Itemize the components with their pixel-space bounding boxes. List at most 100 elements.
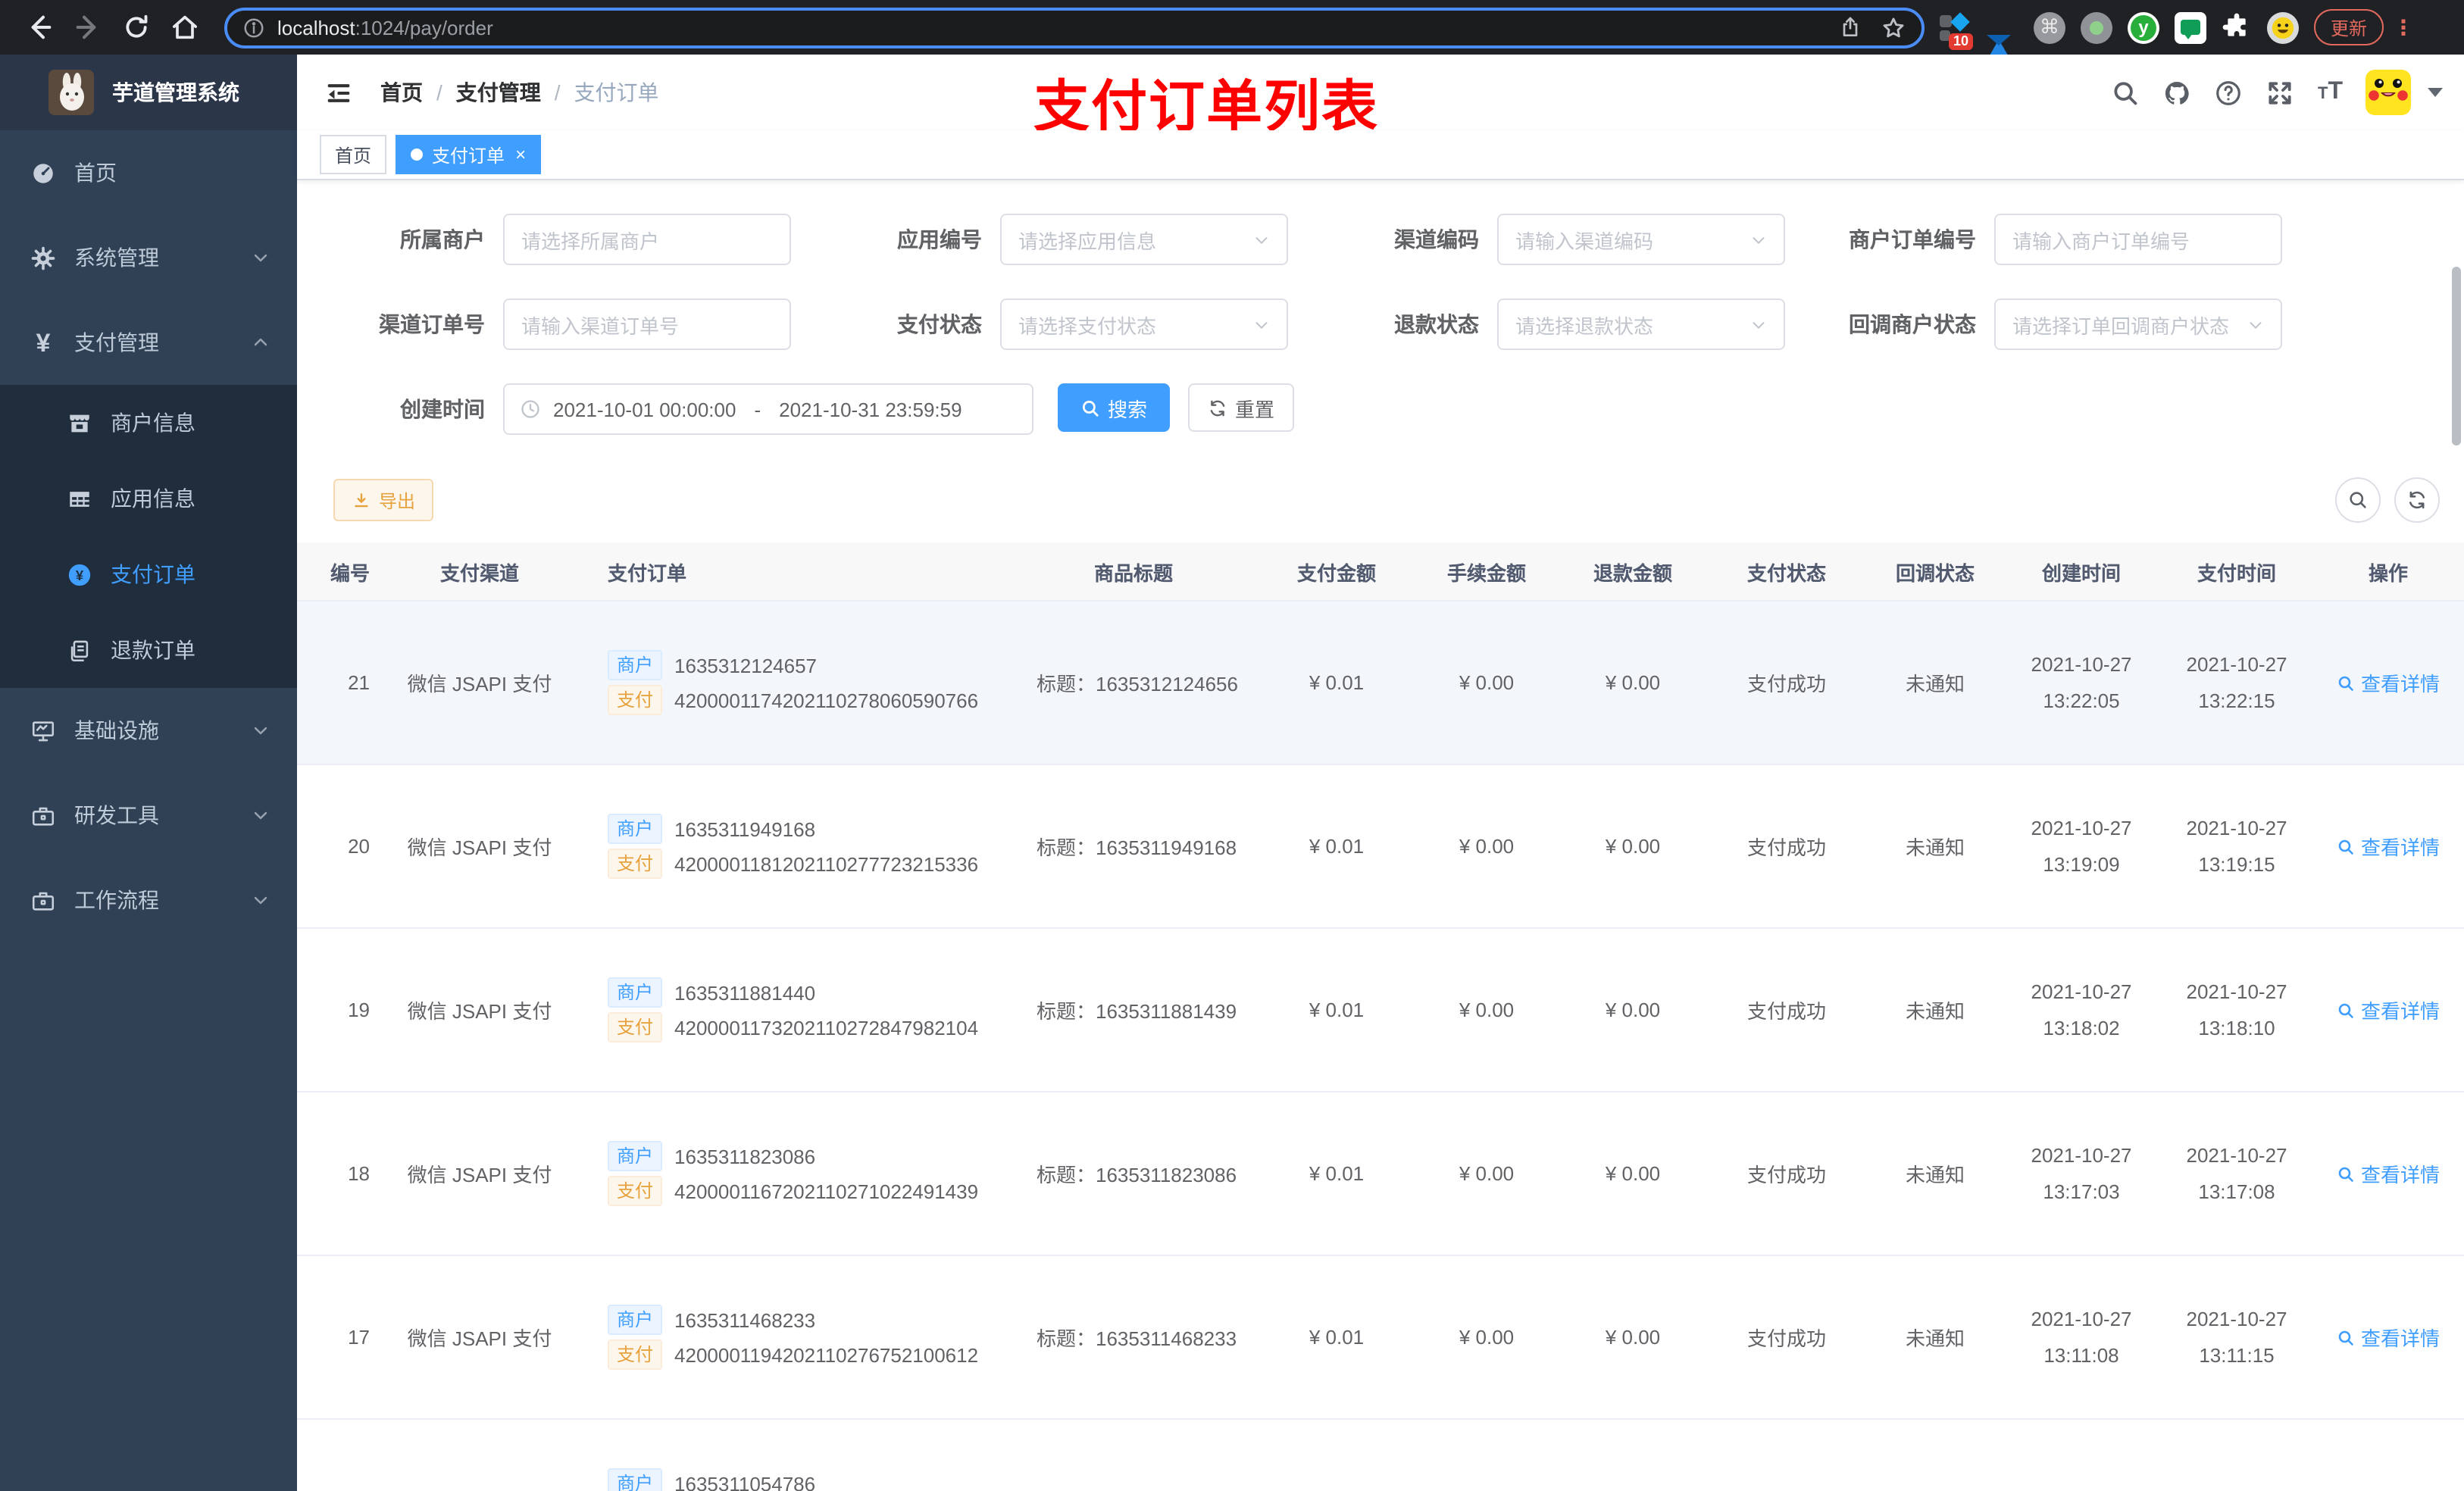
- merchant-order-no-input[interactable]: 请输入商户订单编号: [1994, 214, 2282, 265]
- tab-pay-order[interactable]: 支付订单 ×: [396, 135, 542, 174]
- table-row[interactable]: 19 微信 JSAPI 支付 商户 1635311881440 支付 42000…: [297, 929, 2464, 1092]
- merchant-tag: 商户: [608, 1141, 663, 1171]
- monitor-icon: [30, 717, 56, 743]
- reload-icon[interactable]: [121, 12, 152, 42]
- notify-status-select[interactable]: 请选择订单回调商户状态: [1994, 299, 2282, 350]
- pay-tag: 支付: [608, 1012, 663, 1042]
- kite-extension-icon[interactable]: [1987, 11, 2018, 60]
- table-row[interactable]: 17 微信 JSAPI 支付 商户 1635311468233 支付 42000…: [297, 1256, 2464, 1420]
- sidebar-item-pay-order[interactable]: ¥ 支付订单: [0, 536, 297, 612]
- breadcrumb-home[interactable]: 首页: [380, 77, 423, 108]
- site-info-icon[interactable]: [242, 16, 265, 39]
- sidebar-item-refund-order[interactable]: 退款订单: [0, 612, 297, 688]
- browser-menu-icon[interactable]: ⋮: [2393, 17, 2414, 38]
- sidebar-item-dev-tools[interactable]: 研发工具: [0, 773, 297, 858]
- export-button[interactable]: 导出: [333, 479, 434, 521]
- puzzle-extension-icon[interactable]: [2222, 12, 2252, 42]
- table-row[interactable]: 20 微信 JSAPI 支付 商户 1635311949168 支付 42000…: [297, 765, 2464, 929]
- table-row[interactable]: 18 微信 JSAPI 支付 商户 1635311823086 支付 42000…: [297, 1092, 2464, 1256]
- recorder-extension-icon[interactable]: [2081, 11, 2112, 43]
- product-title: 标题：1635311949168: [1037, 836, 1237, 859]
- pay-status-select[interactable]: 请选择支付状态: [1000, 299, 1288, 350]
- breadcrumb-payment[interactable]: 支付管理: [456, 77, 541, 108]
- create-time: 2021-10-27 13:19:09: [2031, 817, 2132, 875]
- create-time: 2021-10-27 13:11:08: [2031, 1308, 2132, 1366]
- emoji-extension-icon[interactable]: [2267, 11, 2299, 43]
- url-bar[interactable]: localhost:1024/pay/order: [224, 7, 1925, 48]
- toggle-search-icon[interactable]: [2335, 477, 2381, 523]
- table-row[interactable]: 商户 1635311054786 支付: [297, 1420, 2464, 1491]
- sidebar-item-app-info[interactable]: 应用信息: [0, 461, 297, 536]
- pay-status: 支付成功: [1746, 1164, 1826, 1186]
- home-icon[interactable]: [170, 12, 200, 42]
- create-time-range-picker[interactable]: 2021-10-01 00:00:00 - 2021-10-31 23:59:5…: [503, 383, 1033, 435]
- chat-extension-icon[interactable]: [2175, 11, 2206, 43]
- pay-order-cell: 商户 1635311881440 支付 42000011732021102728…: [574, 973, 1006, 1047]
- sidebar-item-merchant-info[interactable]: 商户信息: [0, 385, 297, 461]
- sidebar-item-workflow[interactable]: 工作流程: [0, 858, 297, 942]
- merchant-input[interactable]: 请选择所属商户: [503, 214, 791, 265]
- caret-down-icon[interactable]: [2428, 88, 2443, 97]
- create-time: 2021-10-27 13:22:05: [2031, 653, 2132, 711]
- briefcase-icon: [30, 887, 56, 913]
- row-actions: 查看详情: [2312, 832, 2464, 861]
- view-detail-link[interactable]: 查看详情: [2337, 832, 2440, 861]
- view-detail-link[interactable]: 查看详情: [2337, 668, 2440, 697]
- pay-time: 2021-10-27 13:22:15: [2186, 653, 2287, 711]
- search-icon[interactable]: [2112, 78, 2140, 107]
- command-extension-icon[interactable]: ⌘: [2034, 11, 2065, 43]
- filter-row-2: 渠道订单号 请输入渠道订单号 支付状态 请选择支付状态 退款状态 请选择退款状态…: [333, 299, 2322, 350]
- app-select[interactable]: 请选择应用信息: [1000, 214, 1288, 265]
- dashboard-icon: [30, 160, 56, 186]
- view-detail-link[interactable]: 查看详情: [2337, 996, 2440, 1024]
- active-dot: [411, 148, 424, 161]
- channel-code-select[interactable]: 请输入渠道编码: [1497, 214, 1785, 265]
- table-row[interactable]: 21 微信 JSAPI 支付 商户 1635312124657 支付 42000…: [297, 602, 2464, 765]
- forward-icon[interactable]: [73, 12, 103, 42]
- font-size-icon[interactable]: TT: [2318, 79, 2343, 106]
- pay-channel: 微信 JSAPI 支付: [407, 1164, 552, 1186]
- sidebar-item-payment[interactable]: ¥ 支付管理: [0, 300, 297, 385]
- row-actions: 查看详情: [2312, 1323, 2464, 1352]
- sidebar-item-infra[interactable]: 基础设施: [0, 688, 297, 773]
- pay-amount: ¥ 0.01: [1309, 1326, 1365, 1349]
- app-logo-row[interactable]: 芋道管理系统: [0, 55, 297, 130]
- view-detail-link[interactable]: 查看详情: [2337, 1159, 2440, 1188]
- back-icon[interactable]: [24, 12, 55, 42]
- view-detail-link[interactable]: 查看详情: [2337, 1323, 2440, 1352]
- close-icon[interactable]: ×: [515, 145, 526, 164]
- tab-home[interactable]: 首页: [320, 135, 387, 174]
- bookmark-star-icon[interactable]: [1881, 14, 1906, 40]
- yen-circle-icon: ¥: [67, 561, 92, 587]
- update-browser-button[interactable]: 更新: [2314, 9, 2384, 45]
- refresh-icon[interactable]: [2394, 477, 2440, 523]
- pay-status: 支付成功: [1746, 1000, 1826, 1023]
- sidebar: 芋道管理系统 首页 系统管理 ¥ 支付管理 商户信息 应用信息 ¥ 支付订单 退…: [0, 55, 297, 1491]
- fee-amount: ¥ 0.00: [1459, 835, 1515, 858]
- page-scrollbar[interactable]: [2452, 267, 2461, 445]
- chevron-down-icon: [1253, 231, 1270, 248]
- search-button[interactable]: 搜索: [1058, 383, 1170, 432]
- product-title: 标题：1635312124656: [1037, 673, 1238, 695]
- y-extension-icon[interactable]: y: [2128, 11, 2159, 43]
- chevron-down-icon: [252, 721, 270, 739]
- filter-row-3: 创建时间 2021-10-01 00:00:00 - 2021-10-31 23…: [333, 383, 1294, 435]
- tab-manager-extension-icon[interactable]: 10: [1940, 11, 1974, 49]
- sidebar-collapse-icon[interactable]: [324, 78, 353, 107]
- pay-tag: 支付: [608, 685, 663, 715]
- share-icon[interactable]: [1838, 15, 1862, 39]
- notify-status: 未通知: [1905, 1327, 1965, 1350]
- chevron-down-icon: [1750, 316, 1767, 333]
- help-icon[interactable]: [2215, 78, 2244, 107]
- reset-button[interactable]: 重置: [1188, 383, 1294, 432]
- channel-pay-no: 4200001194202110276752100612: [674, 1343, 979, 1366]
- github-icon[interactable]: [2163, 78, 2192, 107]
- sidebar-item-home[interactable]: 首页: [0, 130, 297, 215]
- merchant-order-no: 1635312124657: [674, 654, 818, 677]
- fullscreen-icon[interactable]: [2266, 78, 2295, 107]
- refund-status-select[interactable]: 请选择退款状态: [1497, 299, 1785, 350]
- fee-amount: ¥ 0.00: [1459, 1326, 1515, 1349]
- channel-order-no-input[interactable]: 请输入渠道订单号: [503, 299, 791, 350]
- user-avatar[interactable]: [2366, 70, 2411, 115]
- sidebar-item-system[interactable]: 系统管理: [0, 215, 297, 300]
